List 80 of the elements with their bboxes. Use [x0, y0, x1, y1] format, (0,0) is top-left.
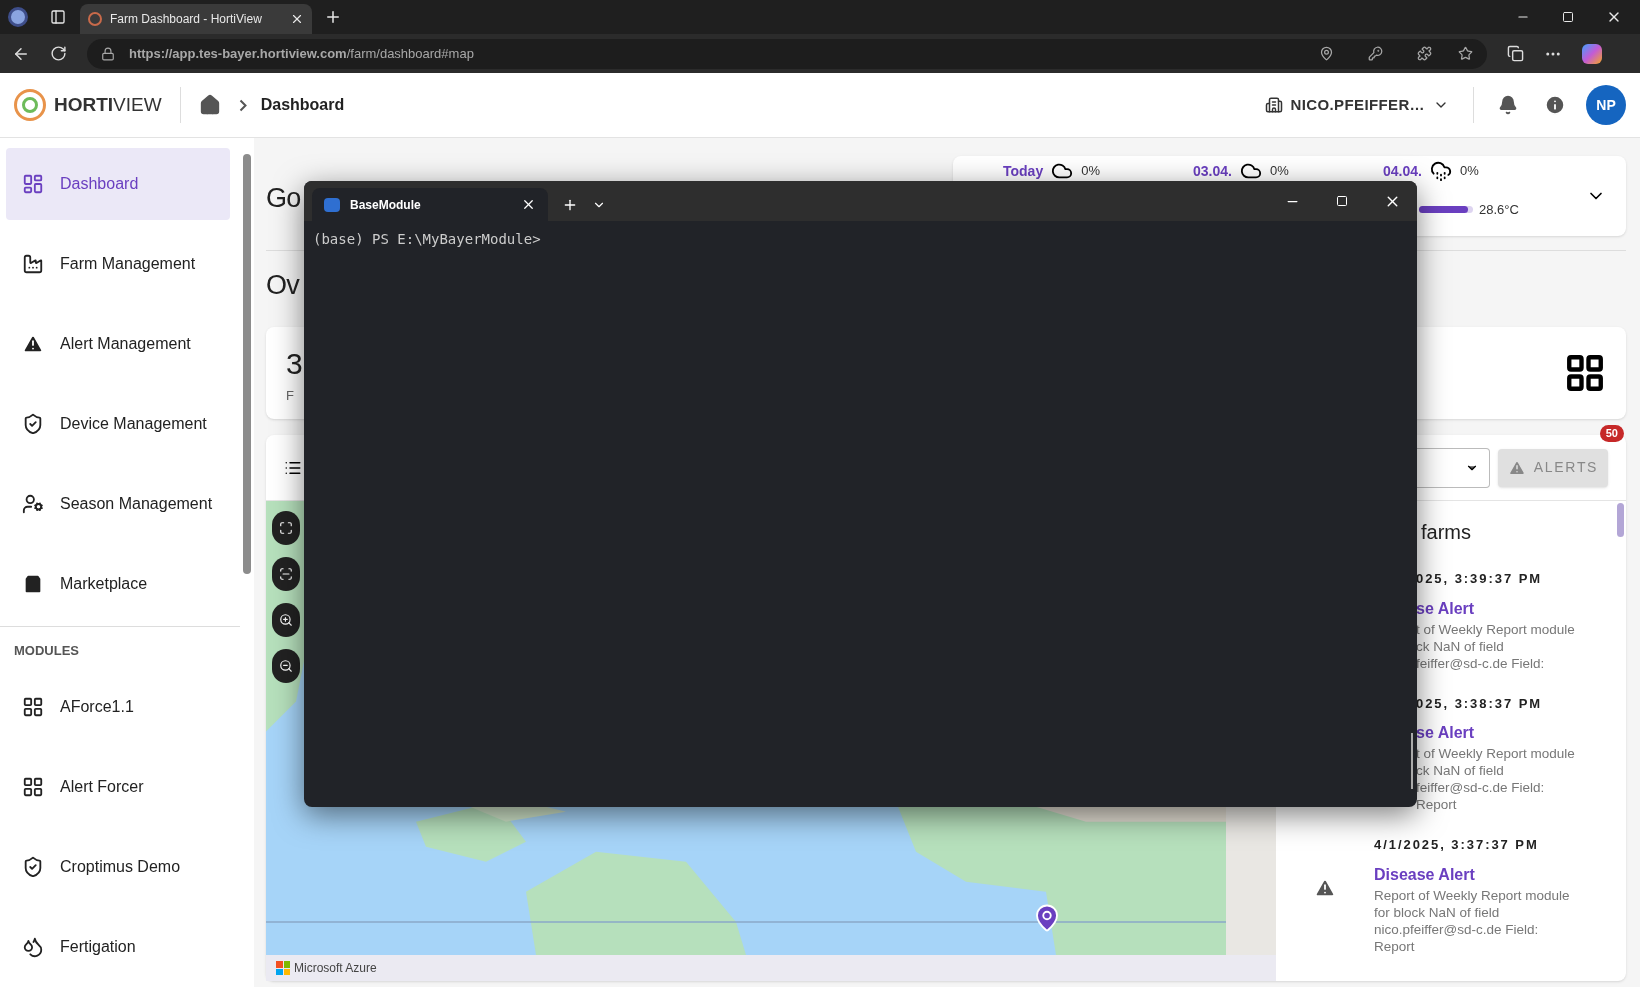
user-avatar[interactable]: NP [1586, 85, 1626, 125]
sidebar-item[interactable]: Alert Forcer [6, 750, 230, 823]
building-icon [1264, 96, 1283, 114]
precipitation-value: 0% [1459, 162, 1479, 181]
sidebar-item[interactable]: Marketplace [6, 548, 230, 620]
tab-title: Farm Dashboard - HortiView [110, 11, 263, 28]
shield-icon [22, 413, 44, 435]
sidebar-item[interactable]: Season Management [6, 468, 230, 540]
map-attribution: Microsoft Azure [294, 960, 377, 977]
sidebar-item[interactable]: Device Management [6, 388, 230, 460]
weather-day: Today [1003, 160, 1044, 182]
droplets-icon [22, 935, 44, 958]
sidebar-item[interactable]: Croptimus Demo [6, 830, 230, 903]
account-dropdown[interactable]: NICO.PFEIFFER… [1264, 93, 1449, 117]
maximize-icon[interactable] [1562, 11, 1574, 23]
app-logo: HORTIVIEW [54, 92, 162, 117]
copilot-icon[interactable] [1582, 43, 1602, 64]
user-gear-icon [22, 493, 44, 515]
microsoft-logo-icon [276, 961, 290, 975]
browser-profile-icon[interactable] [8, 7, 28, 27]
count-badge: 50 [1599, 425, 1624, 442]
new-tab-icon[interactable] [324, 8, 342, 26]
grid-icon[interactable] [1564, 352, 1606, 394]
tab-actions-icon[interactable] [50, 9, 66, 25]
address-field[interactable]: https://app.tes-bayer.hortiview.com/farm/dashboard#map [87, 38, 1487, 69]
alert-time: 025, 3:38:37 PM [1416, 694, 1544, 713]
tab-title: BaseModule [350, 196, 422, 214]
alert-time: 025, 3:39:37 PM [1416, 570, 1544, 588]
close-icon[interactable] [521, 197, 536, 212]
panel-heading: farms [1421, 520, 1472, 545]
sidebar-item[interactable]: AForce1.1 [6, 670, 230, 743]
sidebar-item[interactable]: Fertigation [6, 910, 230, 983]
extension-icon[interactable] [1417, 46, 1432, 61]
precipitation-value: 0% [1081, 162, 1100, 181]
powershell-icon [324, 197, 340, 212]
reload-icon[interactable] [50, 45, 67, 62]
section-title: Ov [266, 269, 301, 302]
grid-icon [22, 775, 44, 798]
page-title: Go [266, 182, 301, 215]
scrollbar[interactable] [1617, 503, 1624, 537]
home-icon[interactable] [198, 94, 221, 116]
scrollbar[interactable] [243, 154, 251, 574]
shield-icon [22, 855, 44, 878]
terminal-prompt: (base) PS E:\MyBayerModule> [313, 231, 541, 247]
weather-day: 04.04. [1383, 160, 1422, 182]
factory-icon [22, 253, 44, 275]
alert-title[interactable]: se Alert [1416, 596, 1575, 621]
alert-description: Report of Weekly Report module for block NaN of field nico.pfeiffer@sd-c.de Field: Report [1374, 886, 1570, 955]
sidebar-item[interactable]: Alert Management [6, 308, 230, 380]
alert-title[interactable]: Disease Alert [1374, 862, 1570, 887]
location-icon[interactable] [1319, 46, 1334, 61]
site-favicon [88, 12, 102, 26]
rain-cloud-icon [1429, 160, 1452, 182]
sidebar-item[interactable]: Dashboard [6, 148, 230, 220]
breadcrumb-current: Dashboard [260, 95, 345, 115]
dashboard-icon [22, 173, 44, 195]
alert-title[interactable]: se Alert [1416, 721, 1575, 745]
chevron-icon [238, 98, 247, 112]
weather-day: 03.04. [1193, 160, 1232, 182]
warning-icon [1314, 877, 1336, 899]
lock-icon [101, 46, 115, 61]
scrollbar[interactable] [1411, 733, 1413, 789]
temperature-value: 28.6°C [1479, 201, 1519, 219]
info-icon[interactable] [1544, 94, 1566, 116]
section-heading: MODULES [13, 642, 80, 660]
key-icon[interactable] [1368, 46, 1383, 61]
browser-tab[interactable]: Farm Dashboard - HortiView [80, 4, 312, 34]
favorite-icon[interactable] [1458, 46, 1473, 61]
grid-icon [22, 695, 44, 718]
precipitation-value: 0% [1269, 162, 1289, 181]
alert-time: 4/1/2025, 3:37:37 PM [1374, 836, 1540, 854]
terminal-tab[interactable]: BaseModule [312, 188, 548, 221]
warning-icon [22, 333, 44, 355]
sidebar-item[interactable]: Farm Management [6, 228, 230, 300]
notifications-icon[interactable] [1498, 95, 1518, 115]
logo-icon [14, 89, 46, 121]
favorites-icon[interactable] [1507, 45, 1524, 62]
stat-label: F [286, 386, 295, 405]
stat-value: 3 [286, 345, 303, 382]
close-icon[interactable] [290, 12, 304, 26]
